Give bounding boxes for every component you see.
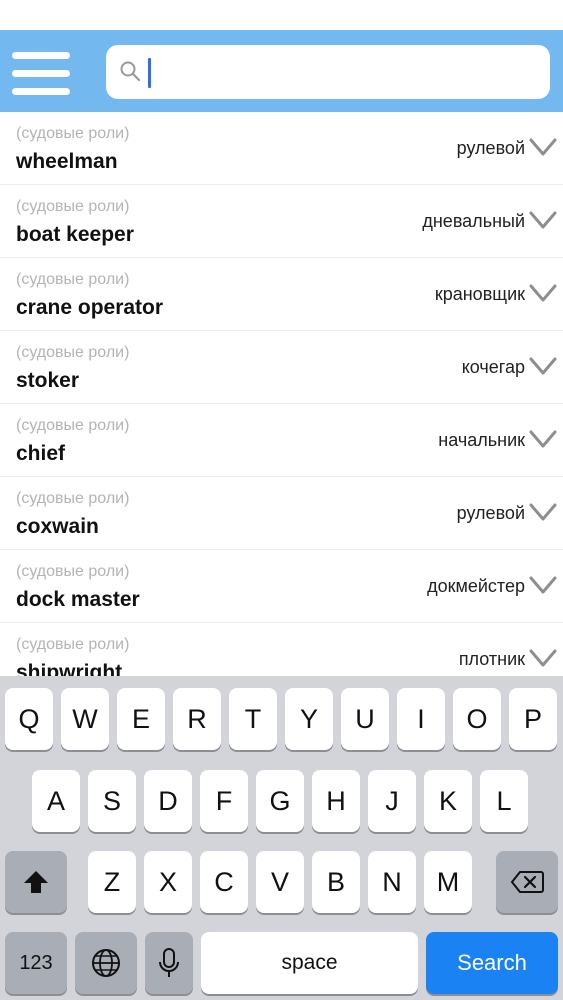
item-term: wheelman xyxy=(16,150,118,173)
list-item[interactable]: (судовые роли) dock master докмейстер xyxy=(0,550,563,623)
item-translation: рулевой xyxy=(456,503,525,523)
key-c[interactable]: C xyxy=(200,851,248,913)
key-s[interactable]: S xyxy=(88,770,136,832)
item-category: (судовые роли) xyxy=(16,271,130,288)
item-category: (судовые роли) xyxy=(16,417,130,434)
item-term: chief xyxy=(16,442,66,465)
item-translation: дневальный xyxy=(422,211,525,231)
backspace-icon xyxy=(510,871,544,893)
item-translation: кочегар xyxy=(461,357,525,377)
key-t[interactable]: T xyxy=(229,688,277,750)
key-h[interactable]: H xyxy=(312,770,360,832)
item-category: (судовые роли) xyxy=(16,125,130,142)
item-category: (судовые роли) xyxy=(16,636,130,653)
item-category: (судовые роли) xyxy=(16,344,130,361)
microphone-icon xyxy=(159,948,179,977)
search-box[interactable] xyxy=(106,45,550,99)
list-item[interactable]: (судовые роли) stoker кочегар xyxy=(0,331,563,404)
item-translation: рулевой xyxy=(456,138,525,158)
menu-button[interactable] xyxy=(12,52,72,96)
chevron-down-icon[interactable] xyxy=(529,355,557,377)
key-a[interactable]: A xyxy=(32,770,80,832)
chevron-down-icon[interactable] xyxy=(529,428,557,450)
list-item[interactable]: (судовые роли) boat keeper дневальный xyxy=(0,185,563,258)
key-e[interactable]: E xyxy=(117,688,165,750)
key-y[interactable]: Y xyxy=(285,688,333,750)
chevron-down-icon[interactable] xyxy=(529,209,557,231)
on-screen-keyboard: Q W E R T Y U I O P A S D F G H J K L Z … xyxy=(0,676,563,1000)
list-item[interactable]: (судовые роли) crane operator крановщик xyxy=(0,258,563,331)
chevron-down-icon[interactable] xyxy=(529,647,557,669)
item-term: stoker xyxy=(16,369,80,392)
chevron-down-icon[interactable] xyxy=(529,282,557,304)
search-input[interactable] xyxy=(148,51,542,95)
status-bar xyxy=(0,0,563,30)
chevron-down-icon[interactable] xyxy=(529,501,557,523)
language-key[interactable] xyxy=(75,932,137,994)
shift-icon xyxy=(24,871,48,893)
key-w[interactable]: W xyxy=(61,688,109,750)
item-translation: плотник xyxy=(458,649,525,669)
key-u[interactable]: U xyxy=(341,688,389,750)
dictation-key[interactable] xyxy=(145,932,193,994)
key-d[interactable]: D xyxy=(144,770,192,832)
key-q[interactable]: Q xyxy=(5,688,53,750)
list-item[interactable]: (судовые роли) coxwain рулевой xyxy=(0,477,563,550)
key-x[interactable]: X xyxy=(144,851,192,913)
key-j[interactable]: J xyxy=(368,770,416,832)
key-z[interactable]: Z xyxy=(88,851,136,913)
globe-icon xyxy=(92,949,120,977)
chevron-down-icon[interactable] xyxy=(529,574,557,596)
numbers-key[interactable]: 123 xyxy=(5,932,67,994)
item-term: coxwain xyxy=(16,515,99,538)
list-item[interactable]: (судовые роли) chief начальник xyxy=(0,404,563,477)
key-b[interactable]: B xyxy=(312,851,360,913)
search-key[interactable]: Search xyxy=(426,932,558,994)
item-translation: крановщик xyxy=(434,284,525,304)
item-category: (судовые роли) xyxy=(16,490,130,507)
space-key[interactable]: space xyxy=(201,932,418,994)
key-v[interactable]: V xyxy=(256,851,304,913)
key-m[interactable]: M xyxy=(424,851,472,913)
list-item[interactable]: (судовые роли) shipwright плотник xyxy=(0,623,563,676)
text-caret xyxy=(148,58,151,88)
list-item[interactable]: (судовые роли) wheelman рулевой xyxy=(0,112,563,185)
key-g[interactable]: G xyxy=(256,770,304,832)
results-list[interactable]: (судовые роли) wheelman рулевой (судовые… xyxy=(0,112,563,676)
key-r[interactable]: R xyxy=(173,688,221,750)
key-l[interactable]: L xyxy=(480,770,528,832)
item-term: boat keeper xyxy=(16,223,134,246)
item-term: crane operator xyxy=(16,296,164,319)
shift-key[interactable] xyxy=(5,851,67,913)
search-icon xyxy=(120,61,141,82)
item-category: (судовые роли) xyxy=(16,563,130,580)
item-category: (судовые роли) xyxy=(16,198,130,215)
key-k[interactable]: K xyxy=(424,770,472,832)
key-p[interactable]: P xyxy=(509,688,557,750)
item-term: dock master xyxy=(16,588,140,611)
backspace-key[interactable] xyxy=(496,851,558,913)
app-header xyxy=(0,30,563,112)
item-translation: докмейстер xyxy=(427,576,525,596)
key-f[interactable]: F xyxy=(200,770,248,832)
item-term: shipwright xyxy=(16,661,123,676)
key-i[interactable]: I xyxy=(397,688,445,750)
key-o[interactable]: O xyxy=(453,688,501,750)
chevron-down-icon[interactable] xyxy=(529,136,557,158)
item-translation: начальник xyxy=(438,430,525,450)
key-n[interactable]: N xyxy=(368,851,416,913)
